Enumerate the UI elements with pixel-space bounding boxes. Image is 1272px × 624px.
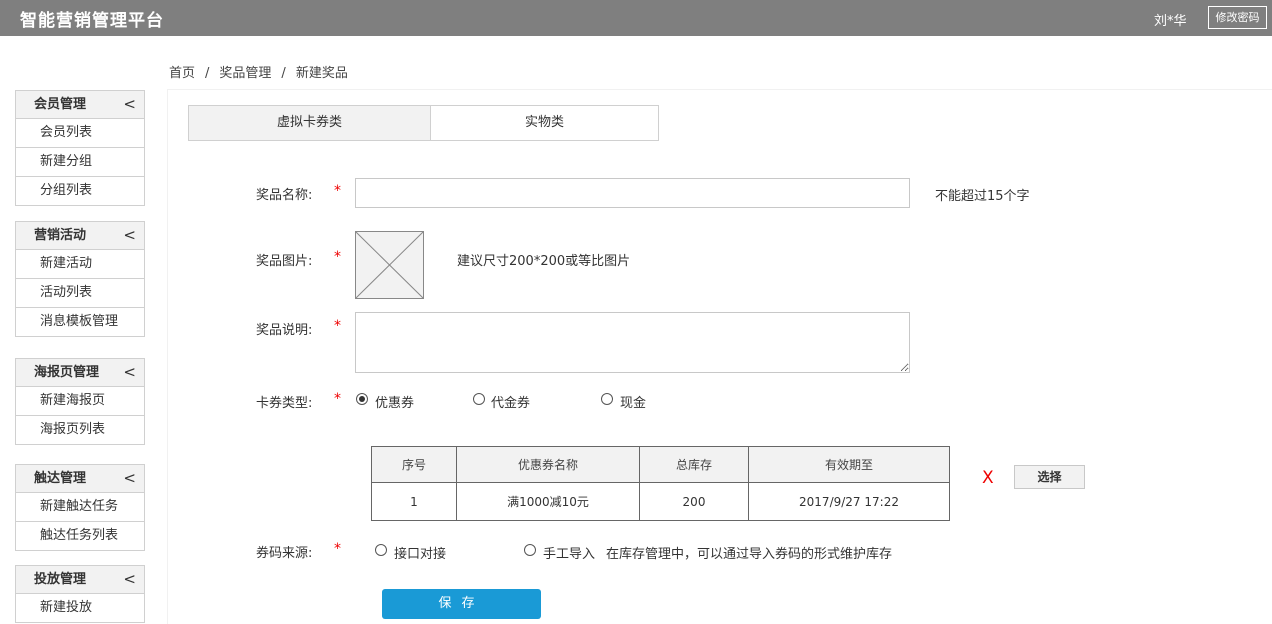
sidebar-group-title: 会员管理 (34, 97, 87, 112)
cell-stock: 200 (639, 482, 749, 521)
column-header-coupon-name: 优惠券名称 (456, 446, 640, 483)
sidebar-group-member: 会员管理 < 会员列表 新建分组 分组列表 (15, 90, 145, 206)
breadcrumb-separator: / (281, 66, 286, 81)
table-row[interactable]: 1 满1000减10元 200 2017/9/27 17:22 (371, 482, 950, 521)
cell-index: 1 (371, 482, 457, 521)
prize-name-label: 奖品名称: (256, 188, 313, 203)
radio-api-label[interactable]: 接口对接 (394, 543, 446, 562)
tab-virtual-coupon[interactable]: 虚拟卡券类 (189, 106, 431, 140)
sidebar-group-header[interactable]: 触达管理 < (15, 464, 145, 493)
sidebar-item-new-reach-task[interactable]: 新建触达任务 (15, 493, 145, 522)
cell-coupon-name: 满1000减10元 (456, 482, 640, 521)
cell-expiry: 2017/9/27 17:22 (748, 482, 950, 521)
save-button[interactable]: 保存 (382, 589, 541, 619)
sidebar-group-poster: 海报页管理 < 新建海报页 海报页列表 (15, 358, 145, 445)
top-bar: 智能营销管理平台 刘*华 修改密码 (0, 0, 1272, 36)
sidebar-group-title: 触达管理 (34, 471, 87, 486)
sidebar-item-activity-list[interactable]: 活动列表 (15, 279, 145, 308)
prize-image-label: 奖品图片: (256, 254, 313, 269)
sidebar-item-new-group[interactable]: 新建分组 (15, 148, 145, 177)
radio-cash[interactable] (601, 393, 613, 405)
coupon-table: 序号 优惠券名称 总库存 有效期至 1 满1000减10元 200 2017/9… (371, 446, 950, 521)
tab-physical[interactable]: 实物类 (431, 106, 658, 140)
radio-coupon[interactable] (356, 393, 368, 405)
content-left-border (167, 89, 168, 624)
user-name[interactable]: 刘*华 (1154, 10, 1187, 29)
breadcrumb: 首页 / 奖品管理 / 新建奖品 (169, 62, 348, 81)
prize-image-hint: 建议尺寸200*200或等比图片 (457, 254, 631, 269)
sidebar-item-member-list[interactable]: 会员列表 (15, 119, 145, 148)
chevron-left-icon[interactable]: < (123, 91, 136, 118)
sidebar-group-delivery: 投放管理 < 新建投放 (15, 565, 145, 623)
column-header-stock: 总库存 (639, 446, 749, 483)
sidebar-item-message-templates[interactable]: 消息模板管理 (15, 308, 145, 337)
sidebar-item-new-poster[interactable]: 新建海报页 (15, 387, 145, 416)
sidebar-item-reach-task-list[interactable]: 触达任务列表 (15, 522, 145, 551)
prize-description-textarea[interactable] (355, 312, 910, 373)
change-password-button[interactable]: 修改密码 (1208, 6, 1267, 29)
prize-name-input[interactable] (355, 178, 910, 208)
radio-voucher[interactable] (473, 393, 485, 405)
sidebar-item-poster-list[interactable]: 海报页列表 (15, 416, 145, 445)
remove-coupon-button[interactable]: X (982, 468, 994, 488)
app-title: 智能营销管理平台 (20, 11, 164, 31)
breadcrumb-home[interactable]: 首页 (169, 66, 195, 81)
required-mark: * (334, 249, 341, 265)
chevron-left-icon[interactable]: < (123, 359, 136, 386)
code-source-label: 券码来源: (256, 546, 313, 561)
sidebar-group-header[interactable]: 海报页管理 < (15, 358, 145, 387)
radio-voucher-label[interactable]: 代金券 (491, 392, 530, 411)
sidebar-group-header[interactable]: 营销活动 < (15, 221, 145, 250)
radio-manual-import-label[interactable]: 手工导入 (543, 543, 595, 562)
sidebar-item-group-list[interactable]: 分组列表 (15, 177, 145, 206)
prize-name-hint: 不能超过15个字 (935, 189, 1030, 204)
select-coupon-button[interactable]: 选择 (1014, 465, 1085, 489)
sidebar-group-marketing: 营销活动 < 新建活动 活动列表 消息模板管理 (15, 221, 145, 337)
content-divider (168, 89, 1272, 90)
radio-api[interactable] (375, 544, 387, 556)
chevron-left-icon[interactable]: < (123, 465, 136, 492)
card-type-label: 卡券类型: (256, 396, 313, 411)
radio-manual-import[interactable] (524, 544, 536, 556)
chevron-left-icon[interactable]: < (123, 566, 136, 593)
table-header-row: 序号 优惠券名称 总库存 有效期至 (371, 446, 950, 483)
code-source-hint: 在库存管理中，可以通过导入券码的形式维护库存 (606, 547, 893, 562)
sidebar-group-title: 海报页管理 (34, 365, 100, 380)
sidebar-group-header[interactable]: 投放管理 < (15, 565, 145, 594)
required-mark: * (334, 183, 341, 199)
sidebar-item-new-activity[interactable]: 新建活动 (15, 250, 145, 279)
chevron-left-icon[interactable]: < (123, 222, 136, 249)
column-header-index: 序号 (371, 446, 457, 483)
breadcrumb-current: 新建奖品 (295, 66, 348, 81)
sidebar-group-reach: 触达管理 < 新建触达任务 触达任务列表 (15, 464, 145, 551)
breadcrumb-prize-management[interactable]: 奖品管理 (219, 66, 271, 81)
column-header-expiry: 有效期至 (748, 446, 950, 483)
prize-description-label: 奖品说明: (256, 323, 313, 338)
prize-type-tabs: 虚拟卡券类 实物类 (188, 105, 659, 141)
breadcrumb-separator: / (205, 66, 210, 81)
sidebar-group-title: 投放管理 (34, 572, 87, 587)
required-mark: * (334, 541, 341, 557)
required-mark: * (334, 391, 341, 407)
radio-coupon-label[interactable]: 优惠券 (375, 392, 414, 411)
sidebar-group-header[interactable]: 会员管理 < (15, 90, 145, 119)
image-placeholder-upload[interactable] (355, 231, 424, 299)
image-placeholder-icon (355, 231, 424, 299)
required-mark: * (334, 318, 341, 334)
sidebar-item-new-delivery[interactable]: 新建投放 (15, 594, 145, 623)
radio-cash-label[interactable]: 现金 (620, 392, 646, 411)
sidebar-group-title: 营销活动 (34, 228, 87, 243)
